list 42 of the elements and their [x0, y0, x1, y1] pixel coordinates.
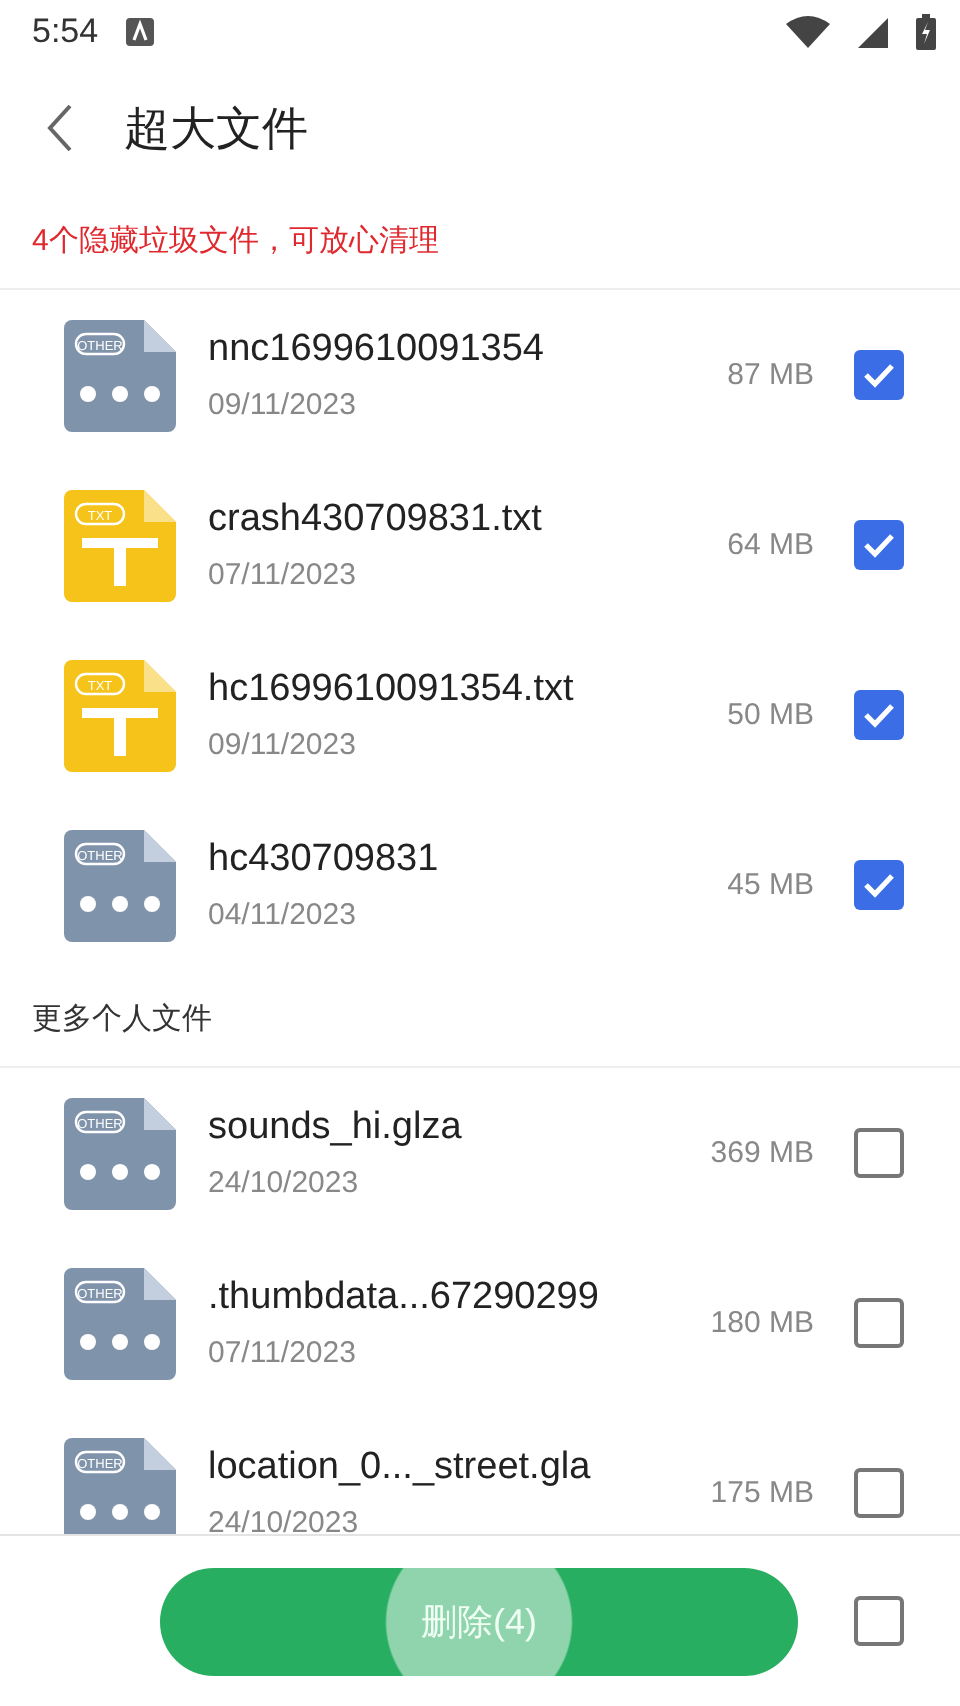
file-name: location_0..._street.gla: [208, 1446, 593, 1490]
checkbox[interactable]: [854, 1298, 904, 1348]
checkbox[interactable]: [854, 350, 904, 400]
file-size: 180 MB: [710, 1306, 814, 1340]
file-date: 24/10/2023: [208, 1506, 361, 1534]
file-size: 50 MB: [727, 698, 814, 732]
delete-button[interactable]: 删除(4): [160, 1567, 799, 1675]
file-name: nnc1699610091354: [208, 328, 547, 372]
file-size: 64 MB: [727, 528, 814, 562]
checkbox[interactable]: [854, 690, 904, 740]
file-date: 04/11/2023: [208, 898, 358, 932]
checkbox[interactable]: [854, 1468, 904, 1518]
status-time: 5:54: [32, 12, 99, 52]
file-name: hc1699610091354.txt: [208, 668, 576, 712]
section-title: 更多个人文件: [32, 999, 212, 1037]
checkbox[interactable]: [854, 520, 904, 570]
file-date: 24/10/2023: [208, 1166, 361, 1200]
file-name: crash430709831.txt: [208, 498, 544, 542]
file-size: 175 MB: [710, 1476, 814, 1510]
checkbox[interactable]: [854, 1596, 904, 1646]
file-size: 87 MB: [727, 358, 814, 392]
checkbox[interactable]: [854, 1128, 904, 1178]
warning-text: 4个隐藏垃圾文件，可放心清理: [32, 221, 439, 259]
file-date: 09/11/2023: [208, 728, 358, 762]
file-size: 369 MB: [710, 1136, 814, 1170]
check-icon: [862, 702, 896, 728]
signal-icon: [858, 17, 888, 47]
page-title: 超大文件: [124, 99, 308, 157]
check-icon: [862, 362, 896, 388]
battery-icon: [916, 14, 936, 50]
file-date: 07/11/2023: [208, 1336, 358, 1370]
file-size: 45 MB: [727, 868, 814, 902]
check-icon: [862, 532, 896, 558]
file-name: sounds_hi.glza: [208, 1106, 464, 1150]
checkbox[interactable]: [854, 860, 904, 910]
check-icon: [862, 872, 896, 898]
file-date: 07/11/2023: [208, 558, 358, 592]
file-name: hc430709831: [208, 838, 441, 882]
notification-icon: [126, 18, 155, 46]
file-date: 09/11/2023: [208, 388, 358, 422]
file-name: .thumbdata...67290299: [208, 1276, 601, 1320]
wifi-icon: [786, 16, 830, 48]
